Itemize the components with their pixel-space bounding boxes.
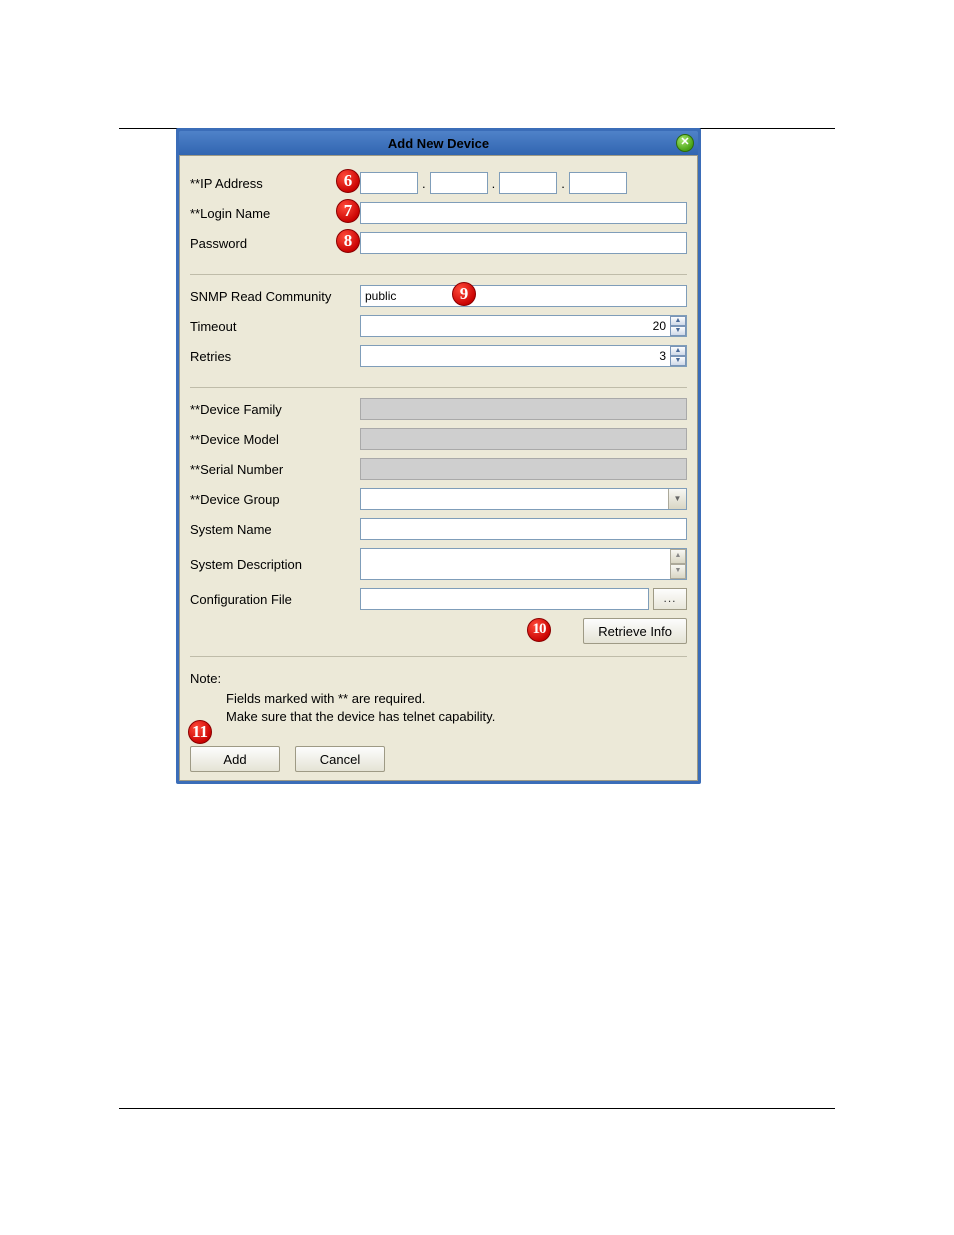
configuration-file-input[interactable] — [360, 588, 649, 610]
note-line-2: Make sure that the device has telnet cap… — [226, 708, 687, 726]
dropdown-icon[interactable]: ▼ — [668, 489, 686, 509]
snmp-label: SNMP Read Community — [190, 289, 360, 304]
ip-dot: . — [420, 176, 428, 191]
spinner-down-icon[interactable]: ▼ — [670, 326, 686, 336]
login-name-label: **Login Name — [190, 206, 360, 221]
section-connection: **IP Address . . . 6 **Login Name — [190, 172, 687, 275]
spinner-down-icon[interactable]: ▼ — [670, 356, 686, 366]
ip-dot: . — [490, 176, 498, 191]
timeout-input[interactable] — [361, 316, 670, 336]
device-group-label: **Device Group — [190, 492, 360, 507]
system-name-label: System Name — [190, 522, 360, 537]
retries-input[interactable] — [361, 346, 670, 366]
add-button[interactable]: Add — [190, 746, 280, 772]
scroll-up-icon[interactable]: ▲ — [670, 549, 686, 564]
spinner-up-icon[interactable]: ▲ — [670, 346, 686, 356]
ip-octet-4[interactable] — [569, 172, 627, 194]
device-family-label: **Device Family — [190, 402, 360, 417]
dialog-body: **IP Address . . . 6 **Login Name — [179, 155, 698, 781]
system-description-input[interactable]: ▲ ▼ — [360, 548, 687, 580]
configuration-file-label: Configuration File — [190, 592, 360, 607]
system-name-input[interactable] — [360, 518, 687, 540]
serial-number-label: **Serial Number — [190, 462, 360, 477]
ip-address-field: . . . — [360, 172, 687, 194]
ip-dot: . — [559, 176, 567, 191]
browse-button[interactable]: ... — [653, 588, 687, 610]
ip-octet-1[interactable] — [360, 172, 418, 194]
serial-number-input — [360, 458, 687, 480]
note-section: Note: Fields marked with ** are required… — [190, 667, 687, 772]
dialog-frame: Add New Device ✕ **IP Address . . . — [176, 128, 701, 784]
timeout-spinner[interactable]: ▲ ▼ — [360, 315, 687, 337]
ip-octet-2[interactable] — [430, 172, 488, 194]
device-group-value — [361, 489, 668, 509]
section-device-info: **Device Family **Device Model **Serial … — [190, 398, 687, 657]
ip-address-label: **IP Address — [190, 176, 360, 191]
device-model-input — [360, 428, 687, 450]
note-line-1: Fields marked with ** are required. — [226, 690, 687, 708]
dialog-titlebar: Add New Device ✕ — [179, 131, 698, 155]
bottom-rule — [119, 1108, 835, 1109]
device-model-label: **Device Model — [190, 432, 360, 447]
close-icon[interactable]: ✕ — [676, 134, 694, 152]
timeout-label: Timeout — [190, 319, 360, 334]
system-description-text[interactable] — [361, 549, 670, 579]
device-family-input — [360, 398, 687, 420]
password-input[interactable] — [360, 232, 687, 254]
spinner-up-icon[interactable]: ▲ — [670, 316, 686, 326]
ip-octet-3[interactable] — [499, 172, 557, 194]
password-label: Password — [190, 236, 360, 251]
scroll-down-icon[interactable]: ▼ — [670, 564, 686, 579]
system-description-label: System Description — [190, 557, 360, 572]
retrieve-info-button[interactable]: Retrieve Info — [583, 618, 687, 644]
cancel-button[interactable]: Cancel — [295, 746, 385, 772]
callout-10: 10 — [527, 618, 551, 642]
retries-label: Retries — [190, 349, 360, 364]
note-title: Note: — [190, 671, 687, 686]
section-snmp: SNMP Read Community 9 Timeout ▲ ▼ — [190, 285, 687, 388]
snmp-input[interactable] — [360, 285, 687, 307]
retries-spinner[interactable]: ▲ ▼ — [360, 345, 687, 367]
device-group-select[interactable]: ▼ — [360, 488, 687, 510]
login-name-input[interactable] — [360, 202, 687, 224]
dialog-title: Add New Device — [388, 136, 489, 151]
